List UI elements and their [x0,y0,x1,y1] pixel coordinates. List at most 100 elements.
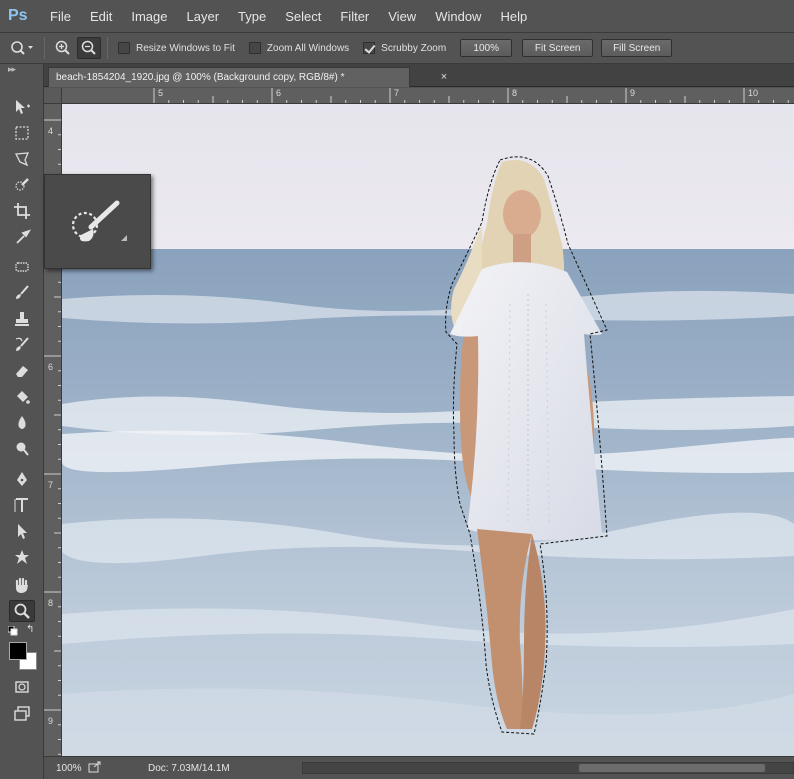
paint-bucket-tool[interactable] [9,386,35,408]
healing-brush-tool[interactable] [9,256,35,278]
dodge-tool[interactable] [9,438,35,460]
menu-window[interactable]: Window [425,0,490,33]
healing-brush-icon [15,262,29,272]
vruler-label: 4 [48,126,54,136]
shape-tool[interactable] [9,546,35,568]
ruler-origin[interactable] [44,88,62,104]
zoom-all-windows-box[interactable] [248,42,261,54]
horizontal-ruler[interactable]: 5 6 7 8 9 10 [62,88,794,104]
swap-colors-icon[interactable]: ↰ [26,624,34,635]
zoom-tool[interactable] [9,600,35,622]
clone-stamp-icon [15,312,29,326]
foreground-color-swatch[interactable] [9,642,27,660]
history-brush-tool[interactable] [9,334,35,356]
zoom-out-button[interactable] [77,37,101,59]
resize-windows-label: Resize Windows to Fit [136,42,235,54]
options-bar: Resize Windows to Fit Zoom All Windows S… [0,33,794,64]
eraser-tool[interactable] [9,360,35,382]
blur-icon [18,416,26,429]
menu-filter[interactable]: Filter [330,0,378,33]
hruler-label: 7 [394,88,400,98]
zoom-out-icon [81,40,96,55]
hruler-label: 9 [630,88,636,98]
scrollbar-thumb[interactable] [579,764,765,772]
scrubby-zoom-box[interactable] [363,42,376,54]
hruler-label: 6 [276,88,282,98]
pen-tool[interactable] [9,468,35,490]
hruler-label: 5 [158,88,164,98]
hand-tool[interactable] [9,574,35,596]
clone-stamp-tool[interactable] [9,308,35,330]
vruler-label: 7 [48,480,54,490]
fit-screen-button[interactable]: Fit Screen [522,39,594,57]
history-brush-icon [15,337,29,351]
paint-bucket-icon [17,391,30,404]
hand-icon [15,577,28,593]
quick-selection-icon [15,178,29,191]
dodge-icon [16,442,29,456]
quick-mask-icon [15,681,29,693]
marquee-icon [15,126,29,140]
zoom-in-icon [55,40,70,55]
scrubby-zoom-checkbox[interactable]: Scrubby Zoom [363,42,446,54]
resize-windows-box[interactable] [118,42,130,54]
tool-preset-picker[interactable] [0,37,44,59]
type-tool[interactable] [9,494,35,516]
menu-help[interactable]: Help [490,0,536,33]
separator [107,37,108,59]
zoom-level[interactable]: 100% [44,763,88,774]
screen-mode-tool[interactable] [9,702,35,724]
menu-layer[interactable]: Layer [177,0,229,33]
menu-file[interactable]: File [40,0,80,33]
menu-select[interactable]: Select [275,0,330,33]
hruler-label: 10 [748,88,759,98]
quick-selection-tool[interactable] [9,174,35,196]
document-tab[interactable]: beach-1854204_1920.jpg @ 100% (Backgroun… [48,67,410,87]
lasso-icon [14,152,30,167]
move-tool[interactable] [9,96,35,118]
resize-windows-checkbox[interactable]: Resize Windows to Fit [118,42,235,54]
zoom-in-button[interactable] [51,37,75,59]
scrubby-zoom-label: Scrubby Zoom [381,42,447,54]
crop-tool[interactable] [9,200,35,222]
default-colors-icon[interactable] [7,625,18,638]
horizontal-scrollbar[interactable] [302,762,794,774]
menu-view[interactable]: View [378,0,425,33]
path-selection-tool[interactable] [9,520,35,542]
lasso-tool[interactable] [9,148,35,170]
tool-flyout [44,174,151,269]
document-canvas[interactable] [62,104,794,756]
brush-tool[interactable] [9,282,35,304]
crop-icon [14,203,30,219]
eyedropper-tool[interactable] [9,226,35,248]
zoom-all-windows-checkbox[interactable]: Zoom All Windows [248,42,350,54]
document-size-info: Doc: 7.03M/14.1M [148,762,230,774]
hruler-label: 8 [512,88,518,98]
separator [44,37,45,59]
move-icon [16,100,30,114]
status-bar: 100% Doc: 7.03M/14.1M ▶ [44,756,794,779]
pen-icon [17,472,27,486]
eyedropper-icon [16,229,31,244]
document-tab-bar: beach-1854204_1920.jpg @ 100% (Backgroun… [44,64,794,87]
fill-screen-button[interactable]: Fill Screen [601,39,673,57]
menu-edit[interactable]: Edit [80,0,121,33]
zoom-100-button[interactable]: 100% [460,39,513,57]
path-selection-icon [18,524,27,539]
zoom-icon [14,603,30,619]
vruler-label: 9 [48,716,54,726]
vruler-label: 8 [48,598,54,608]
quick-mask-tool[interactable] [9,676,35,698]
zoom-all-windows-label: Zoom All Windows [266,42,350,54]
toolbox-collapse[interactable]: ▸▸ [0,64,43,78]
close-tab-icon[interactable]: × [436,67,452,87]
beach-photo [62,104,794,756]
marquee-tool[interactable] [9,122,35,144]
custom-shape-icon [15,550,29,564]
quick-selection-large-icon [71,200,127,242]
menu-image[interactable]: Image [121,0,176,33]
blur-tool[interactable] [9,412,35,434]
menu-bar: Ps File Edit Image Layer Type Select Fil… [0,0,794,33]
export-icon[interactable] [88,761,102,776]
menu-type[interactable]: Type [228,0,275,33]
